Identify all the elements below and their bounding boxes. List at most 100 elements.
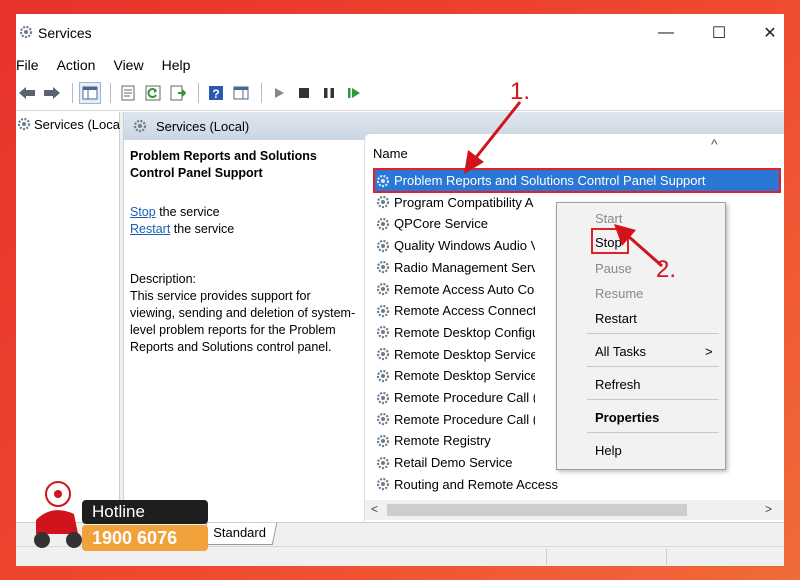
start-service-icon[interactable] bbox=[268, 82, 290, 104]
services-gear-icon bbox=[17, 117, 31, 131]
forward-arrow-icon[interactable] bbox=[41, 82, 63, 104]
restart-service-link[interactable]: Restart bbox=[130, 222, 170, 236]
service-gear-icon bbox=[376, 478, 390, 491]
toolbar: ? bbox=[16, 80, 784, 106]
hotline-label: Hotline bbox=[82, 500, 208, 524]
service-gear-icon bbox=[376, 369, 390, 382]
service-name: Remote Procedure Call (I bbox=[394, 390, 535, 405]
pause-service-icon[interactable] bbox=[318, 82, 340, 104]
service-description-panel: Problem Reports and Solutions Control Pa… bbox=[130, 148, 358, 356]
services-gear-icon bbox=[19, 25, 33, 39]
table-row[interactable]: Remote Access Auto Cor bbox=[375, 279, 535, 300]
restart-service-icon[interactable] bbox=[343, 82, 365, 104]
table-row[interactable]: Program Compatibility A bbox=[375, 192, 535, 213]
table-row[interactable]: Remote Access Connecti bbox=[375, 300, 535, 321]
service-name: Radio Management Serv bbox=[394, 259, 535, 275]
menu-item-restart[interactable]: Restart bbox=[595, 311, 637, 326]
service-name: Remote Desktop Services bbox=[394, 346, 535, 362]
service-gear-icon bbox=[376, 174, 390, 187]
table-row[interactable]: QPCore Service bbox=[375, 213, 535, 234]
menu-file[interactable]: File bbox=[16, 54, 48, 76]
refresh-icon[interactable] bbox=[142, 82, 164, 104]
step-1-arrow-icon bbox=[464, 101, 522, 174]
service-gear-icon bbox=[376, 391, 390, 404]
properties-icon[interactable] bbox=[117, 82, 139, 104]
toolbar-separator bbox=[72, 83, 73, 103]
service-gear-icon bbox=[376, 217, 390, 230]
table-row-selected[interactable]: Problem Reports and Solutions Control Pa… bbox=[373, 168, 781, 193]
service-gear-icon bbox=[376, 434, 390, 447]
menu-item-help[interactable]: Help bbox=[595, 443, 622, 458]
svg-text:?: ? bbox=[212, 87, 219, 101]
console-tree: Services (Loca bbox=[16, 112, 120, 522]
tree-item-services-local[interactable]: Services (Loca bbox=[16, 116, 120, 132]
services-gear-icon bbox=[133, 119, 147, 133]
service-gear-icon bbox=[376, 456, 390, 469]
menu-separator bbox=[587, 366, 719, 367]
description-label: Description: bbox=[130, 272, 196, 286]
service-gear-icon bbox=[376, 282, 390, 296]
window-title: Services bbox=[38, 25, 92, 41]
service-gear-icon bbox=[376, 413, 390, 426]
restart-service-line: Restart the service bbox=[130, 221, 358, 238]
sort-indicator: ^ bbox=[711, 136, 718, 152]
stop-service-link[interactable]: Stop bbox=[130, 205, 156, 219]
column-header-name[interactable]: Name bbox=[373, 146, 408, 161]
menu-separator bbox=[587, 333, 719, 334]
table-row[interactable]: Remote Procedure Call (I bbox=[375, 409, 535, 430]
service-name: Remote Access Auto Cor bbox=[394, 281, 535, 297]
service-name: Remote Access Connecti bbox=[394, 303, 535, 319]
table-row[interactable]: Remote Desktop Configu bbox=[375, 322, 535, 343]
table-row[interactable]: Remote Desktop Services bbox=[375, 365, 535, 386]
toolbar-separator bbox=[261, 83, 262, 103]
menu-item-properties[interactable]: Properties bbox=[595, 410, 659, 425]
tab-standard[interactable]: Standard bbox=[201, 523, 278, 545]
menu-item-refresh[interactable]: Refresh bbox=[595, 377, 641, 392]
description-text: This service provides support for viewin… bbox=[130, 289, 356, 354]
hotline-badge: Hotline 1900 6076 bbox=[22, 474, 212, 554]
menu-action[interactable]: Action bbox=[48, 54, 105, 76]
step-2-arrow-icon bbox=[614, 224, 663, 268]
menu-item-all-tasks[interactable]: All Tasks bbox=[595, 344, 646, 359]
restart-service-suffix: the service bbox=[170, 222, 235, 236]
table-row[interactable]: Routing and Remote Access bbox=[375, 474, 675, 495]
service-name: Quality Windows Audio V bbox=[394, 238, 535, 254]
show-action-pane-icon[interactable] bbox=[230, 82, 252, 104]
menu-item-resume[interactable]: Resume bbox=[595, 286, 643, 301]
menu-view[interactable]: View bbox=[104, 54, 152, 76]
close-button[interactable]: ✕ bbox=[750, 20, 784, 46]
table-row[interactable]: Remote Desktop Services bbox=[375, 344, 535, 365]
service-gear-icon bbox=[376, 326, 390, 339]
menu-help[interactable]: Help bbox=[153, 54, 200, 76]
scroll-right-arrow[interactable]: > bbox=[765, 502, 772, 516]
show-hide-console-tree-icon[interactable] bbox=[79, 82, 101, 104]
table-row[interactable]: Quality Windows Audio V bbox=[375, 235, 535, 256]
minimize-button[interactable]: — bbox=[646, 20, 686, 46]
stop-service-icon[interactable] bbox=[293, 82, 315, 104]
service-name: Remote Desktop Services bbox=[394, 368, 535, 384]
table-row[interactable]: Radio Management Serv bbox=[375, 257, 535, 278]
service-name: Problem Reports and Solutions Control Pa… bbox=[394, 173, 706, 188]
toolbar-divider bbox=[16, 110, 784, 111]
back-arrow-icon[interactable] bbox=[16, 82, 38, 104]
toolbar-separator bbox=[110, 83, 111, 103]
service-gear-icon bbox=[376, 261, 390, 274]
help-icon[interactable]: ? bbox=[205, 82, 227, 104]
table-row[interactable]: Remote Procedure Call (I bbox=[375, 387, 535, 408]
pane-title: Services (Local) bbox=[156, 118, 250, 134]
title-bar: Services — ☐ ✕ bbox=[16, 14, 784, 52]
service-gear-icon bbox=[376, 347, 390, 361]
submenu-arrow-icon: > bbox=[705, 344, 713, 359]
stop-service-suffix: the service bbox=[155, 205, 220, 219]
service-name: Remote Desktop Configu bbox=[394, 324, 535, 340]
service-gear-icon bbox=[376, 196, 390, 209]
menu-separator bbox=[587, 399, 719, 400]
horizontal-scrollbar[interactable]: < > bbox=[365, 500, 784, 520]
hotline-number[interactable]: 1900 6076 bbox=[82, 525, 208, 551]
menu-separator bbox=[587, 432, 719, 433]
export-list-icon[interactable] bbox=[167, 82, 189, 104]
scrollbar-thumb[interactable] bbox=[387, 504, 687, 516]
tree-item-label: Services (Loca bbox=[34, 116, 120, 132]
maximize-button[interactable]: ☐ bbox=[699, 20, 739, 46]
scroll-left-arrow[interactable]: < bbox=[371, 502, 378, 516]
